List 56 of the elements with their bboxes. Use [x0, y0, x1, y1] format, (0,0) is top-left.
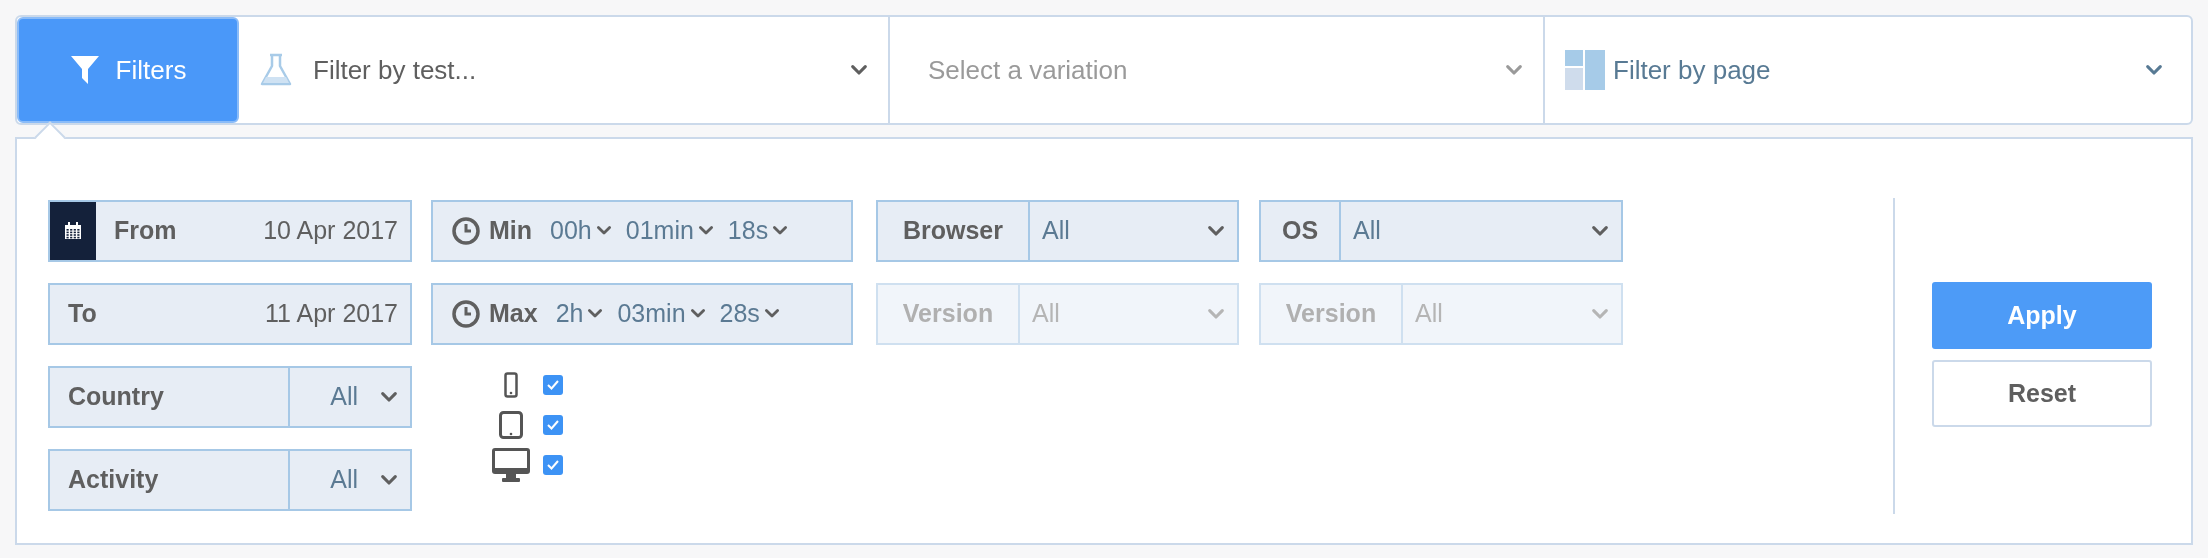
field-label: OS [1261, 202, 1341, 260]
checkmark-icon [546, 379, 560, 391]
time-dropdown[interactable]: 28s [719, 295, 780, 333]
dropdown[interactable]: All [290, 451, 410, 509]
test-dropdown[interactable]: Filter by test... [239, 17, 890, 123]
field-label: Version [1261, 285, 1403, 343]
checkbox[interactable] [543, 455, 563, 475]
monitor-icon [492, 448, 530, 482]
calendar-icon [50, 202, 96, 260]
field-label: Browser [878, 202, 1030, 260]
variation-dropdown[interactable]: Select a variation [890, 17, 1545, 123]
funnel-icon [69, 54, 100, 86]
date-field[interactable]: From 10 Apr 2017 [48, 200, 412, 262]
checkbox[interactable] [543, 375, 563, 395]
dropdown[interactable]: All [1341, 202, 1621, 260]
chevron-down-icon [763, 308, 780, 320]
chevron-down-icon [1207, 224, 1225, 238]
chevron-down-icon [1505, 63, 1523, 77]
chevron-down-icon [595, 225, 612, 237]
dropdown[interactable]: All [290, 368, 410, 426]
flask-icon [259, 53, 293, 87]
page-dropdown[interactable]: Filter by page [1545, 17, 2191, 123]
chevron-down-icon [380, 473, 398, 487]
dropdown[interactable]: All [1030, 202, 1237, 260]
chevron-down-icon [689, 308, 706, 320]
field-label: Min [489, 215, 533, 247]
filters-button[interactable]: Filters [17, 17, 239, 123]
chevron-down-icon [772, 225, 789, 237]
phone-icon [504, 372, 518, 398]
chevron-down-icon [1207, 307, 1225, 321]
clock-icon [451, 299, 481, 329]
field-label: Activity [50, 451, 290, 509]
time-dropdown[interactable]: 01min [625, 212, 714, 250]
chevron-down-icon [1591, 224, 1609, 238]
checkmark-icon [546, 419, 560, 431]
reset-button[interactable]: Reset [1932, 360, 2152, 427]
layout-icon [1565, 50, 1605, 90]
field-label: Version [878, 285, 1020, 343]
time-dropdown[interactable]: 00h [550, 212, 612, 250]
clock-icon [451, 216, 481, 246]
chevron-down-icon [380, 390, 398, 404]
tablet-icon [499, 411, 523, 439]
field-label: Country [50, 368, 290, 426]
time-dropdown[interactable]: 2h [555, 295, 604, 333]
apply-button[interactable]: Apply [1932, 282, 2152, 349]
time-dropdown[interactable]: 03min [617, 295, 706, 333]
chevron-down-icon [697, 225, 714, 237]
time-dropdown[interactable]: 18s [727, 212, 789, 250]
chevron-down-icon [2145, 63, 2163, 77]
checkbox[interactable] [543, 415, 563, 435]
field-label: Max [489, 298, 538, 330]
chevron-down-icon [850, 63, 868, 77]
chevron-down-icon [587, 308, 604, 320]
date-field[interactable]: To 11 Apr 2017 [48, 283, 412, 345]
chevron-down-icon [1591, 307, 1609, 321]
checkmark-icon [546, 459, 560, 471]
